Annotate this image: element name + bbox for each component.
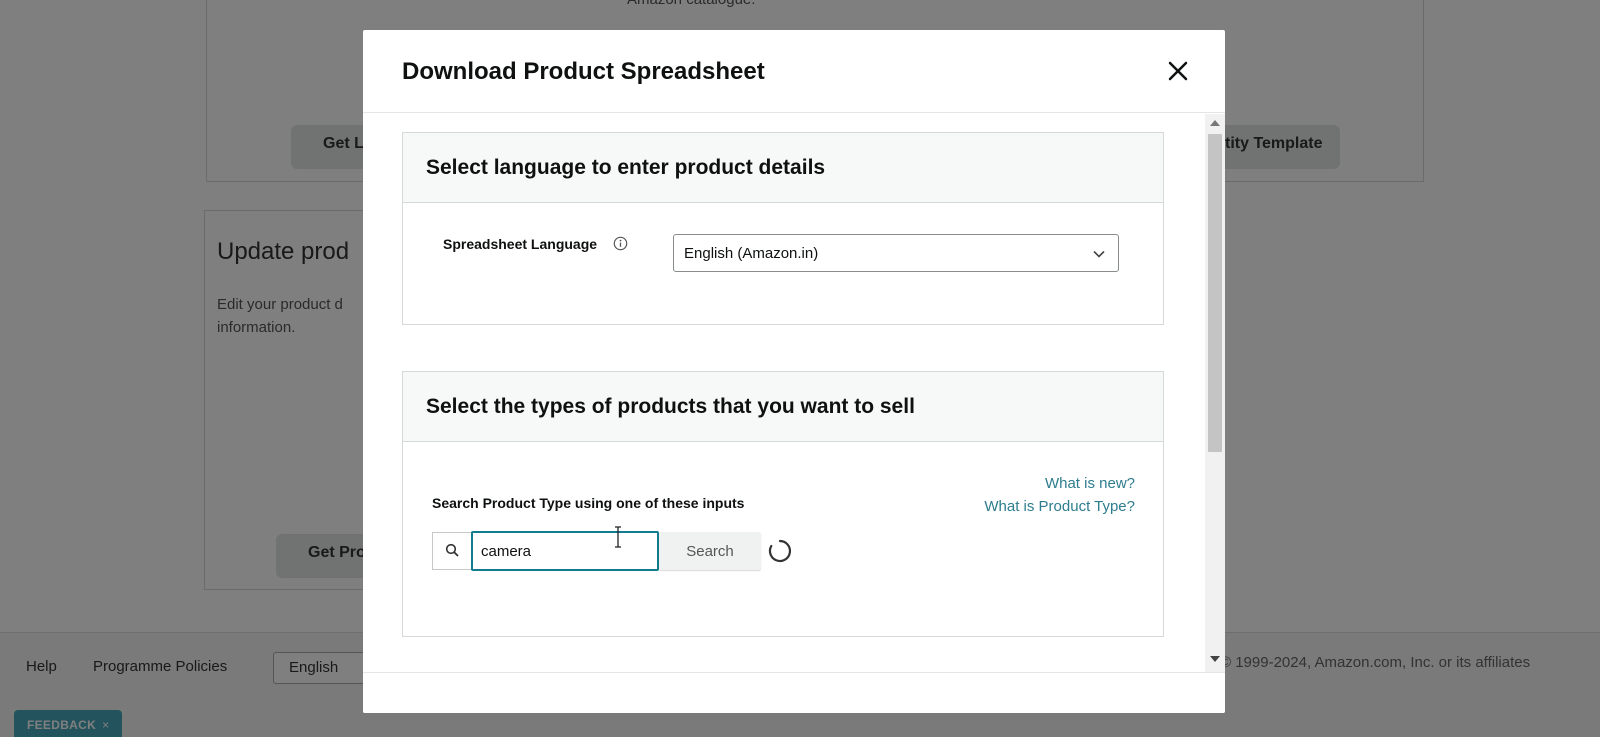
product-types-section-header: Select the types of products that you wa… [403, 372, 1163, 442]
language-section-header: Select language to enter product details [403, 133, 1163, 203]
modal-header: Download Product Spreadsheet [363, 30, 1225, 113]
scroll-down-arrow-icon[interactable] [1210, 656, 1220, 662]
info-icon[interactable] [613, 236, 628, 251]
search-icon [432, 532, 472, 570]
product-types-section-title: Select the types of products that you wa… [426, 395, 915, 418]
language-section: Select language to enter product details… [402, 132, 1164, 325]
modal-title: Download Product Spreadsheet [402, 58, 765, 85]
language-section-title: Select language to enter product details [426, 156, 826, 179]
what-is-product-type-link[interactable]: What is Product Type? [984, 495, 1135, 518]
spreadsheet-language-select[interactable]: English (Amazon.in) [673, 234, 1119, 272]
scroll-up-arrow-icon[interactable] [1210, 120, 1220, 126]
loading-spinner-icon [767, 538, 793, 564]
search-button[interactable]: Search [659, 532, 761, 570]
close-icon[interactable] [1163, 56, 1193, 86]
product-types-section: Select the types of products that you wa… [402, 371, 1164, 637]
modal-footer [363, 672, 1225, 713]
scroll-thumb[interactable] [1208, 134, 1222, 452]
text-cursor-icon [613, 526, 623, 548]
product-type-search-input[interactable] [471, 531, 659, 571]
spreadsheet-language-label: Spreadsheet Language [443, 236, 598, 252]
modal-body: Select language to enter product details… [363, 114, 1225, 674]
download-spreadsheet-modal: Download Product Spreadsheet Select lang… [363, 30, 1225, 713]
modal-scrollbar[interactable] [1205, 114, 1225, 672]
search-product-type-label: Search Product Type using one of these i… [432, 495, 745, 511]
spreadsheet-language-value: English (Amazon.in) [684, 245, 819, 262]
chevron-down-icon [1092, 247, 1106, 261]
help-links: What is new? What is Product Type? [984, 472, 1135, 518]
what-is-new-link[interactable]: What is new? [984, 472, 1135, 495]
